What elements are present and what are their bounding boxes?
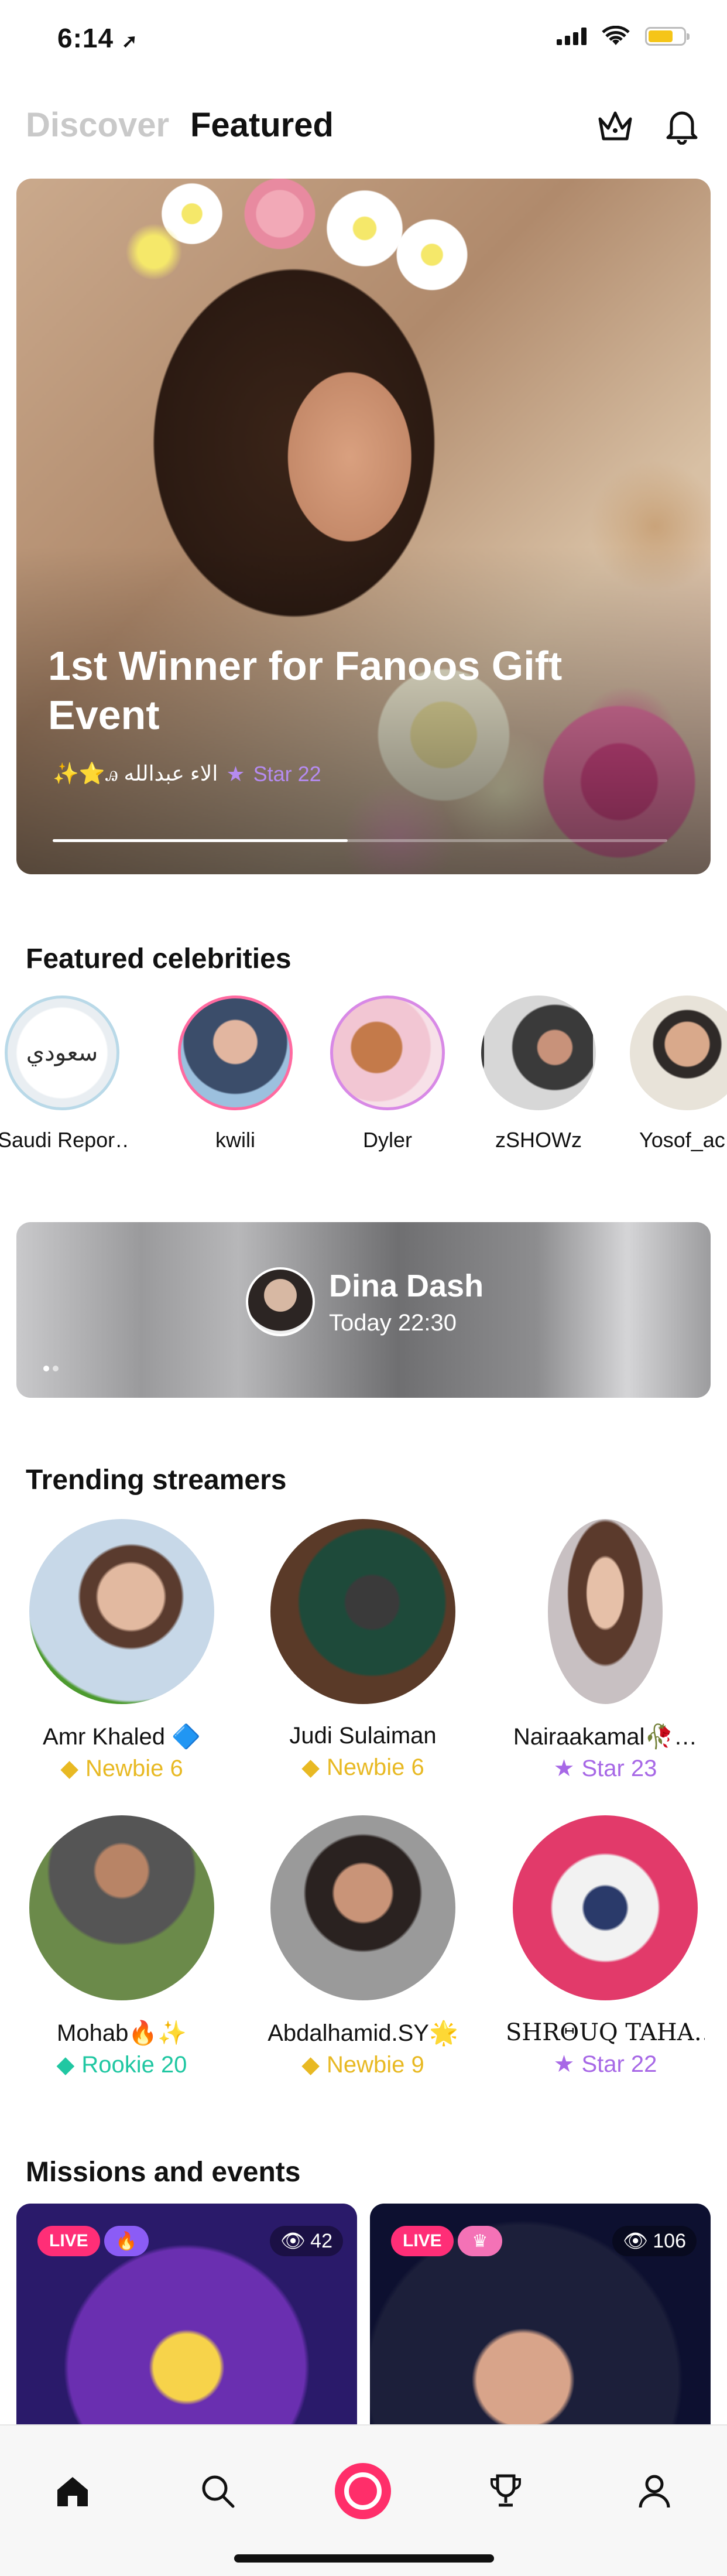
signal-icon xyxy=(557,28,587,45)
star-level-icon: ★ xyxy=(553,1756,575,1781)
location-arrow-icon: ➚ xyxy=(121,30,138,52)
rookie-level-icon: ◆ xyxy=(56,2052,75,2078)
newbie-level-icon: ◆ xyxy=(60,1756,78,1781)
viewer-count: 👁 106 xyxy=(612,2226,697,2256)
avatar: سعودي xyxy=(5,995,119,1110)
trophy-icon[interactable] xyxy=(482,2468,529,2515)
celebrity-item[interactable]: سعودي Saudi Repor… xyxy=(0,995,126,1152)
mission-card[interactable]: LIVE 🔥 👁 42 xyxy=(16,2204,357,2455)
section-title-missions: Missions and events xyxy=(26,2157,301,2188)
tab-discover[interactable]: Discover xyxy=(26,105,169,145)
hero-carousel-progress xyxy=(53,839,667,842)
streamer-item[interactable]: Judi Sulaiman ◆ Newbie 6 xyxy=(263,1519,462,1781)
bottom-navigation xyxy=(0,2424,727,2576)
crown-badge-icon: ♛ xyxy=(458,2226,502,2256)
avatar xyxy=(270,1519,455,1704)
avatar xyxy=(246,1267,315,1336)
section-title-trending-streamers: Trending streamers xyxy=(26,1465,287,1496)
newbie-level-icon: ◆ xyxy=(301,1754,320,1780)
star-level-icon: ★ xyxy=(553,2051,575,2077)
hero-host: ✨⭐ꭿ الاء عبدالله ★ Star 22 xyxy=(53,761,321,786)
avatar xyxy=(270,1815,455,2000)
newbie-level-icon: ◆ xyxy=(301,2052,320,2078)
home-icon[interactable] xyxy=(49,2468,96,2515)
celebrity-item[interactable]: zSHOWz xyxy=(474,995,603,1152)
avatar xyxy=(481,995,596,1110)
hero-title: 1st Winner for Fanoos Gift Event xyxy=(48,643,563,738)
scheduled-live-banner[interactable]: Dina Dash Today 22:30 xyxy=(16,1222,711,1398)
streamer-item[interactable]: Amr Khaled 🔷 ◆ Newbie 6 xyxy=(22,1519,221,1782)
eye-icon: 👁 xyxy=(623,2230,649,2252)
avatar xyxy=(548,1519,663,1704)
battery-icon xyxy=(645,27,690,46)
wifi-icon xyxy=(602,26,630,45)
celebrity-item[interactable]: Yosof_ac xyxy=(623,995,727,1152)
crown-icon[interactable] xyxy=(595,105,636,146)
celebrity-item[interactable]: kwili xyxy=(171,995,300,1152)
star-level-icon: ★ xyxy=(226,761,245,786)
live-badge: LIVE xyxy=(37,2226,100,2256)
carousel-dots xyxy=(43,1366,59,1371)
streamer-item[interactable]: SHRΘUQ TAHA… ★ Star 22 xyxy=(506,1815,705,2078)
flame-badge-icon: 🔥 xyxy=(104,2226,149,2256)
live-time: Today 22:30 xyxy=(329,1310,457,1336)
search-icon[interactable] xyxy=(194,2468,241,2515)
hero-host-name: ✨⭐ꭿ الاء عبدالله xyxy=(53,761,218,785)
mission-card[interactable]: LIVE ♛ 👁 106 xyxy=(370,2204,711,2455)
celebrity-item[interactable]: Dyler xyxy=(323,995,452,1152)
section-title-featured-celebrities: Featured celebrities xyxy=(26,943,292,974)
streamer-item[interactable]: Nairaakamal🥀… ★ Star 23 xyxy=(506,1519,705,1782)
streamer-item[interactable]: Mohab🔥✨ ◆ Rookie 20 xyxy=(22,1815,221,2078)
avatar xyxy=(29,1815,214,2000)
eye-icon: 👁 xyxy=(280,2230,306,2252)
bell-icon[interactable] xyxy=(661,105,702,146)
go-live-icon[interactable] xyxy=(332,2461,393,2522)
featured-hero-banner[interactable]: 1st Winner for Fanoos Gift Event ✨⭐ꭿ الا… xyxy=(16,179,711,874)
live-badge: LIVE xyxy=(391,2226,454,2256)
viewer-count: 👁 42 xyxy=(270,2226,343,2256)
avatar xyxy=(513,1815,698,2000)
avatar xyxy=(630,995,727,1110)
hero-host-level: Star 22 xyxy=(253,761,321,786)
profile-icon[interactable] xyxy=(631,2468,678,2515)
tab-featured[interactable]: Featured xyxy=(190,105,334,145)
avatar xyxy=(29,1519,214,1704)
status-time: 6:14 ➚ xyxy=(57,23,138,53)
avatar xyxy=(178,995,293,1110)
avatar xyxy=(330,995,445,1110)
status-indicators xyxy=(557,26,690,47)
live-host-name: Dina Dash xyxy=(329,1268,484,1304)
streamer-item[interactable]: Abdalhamid.SY🌟 ◆ Newbie 9 xyxy=(263,1815,462,2078)
home-indicator xyxy=(234,2554,494,2563)
